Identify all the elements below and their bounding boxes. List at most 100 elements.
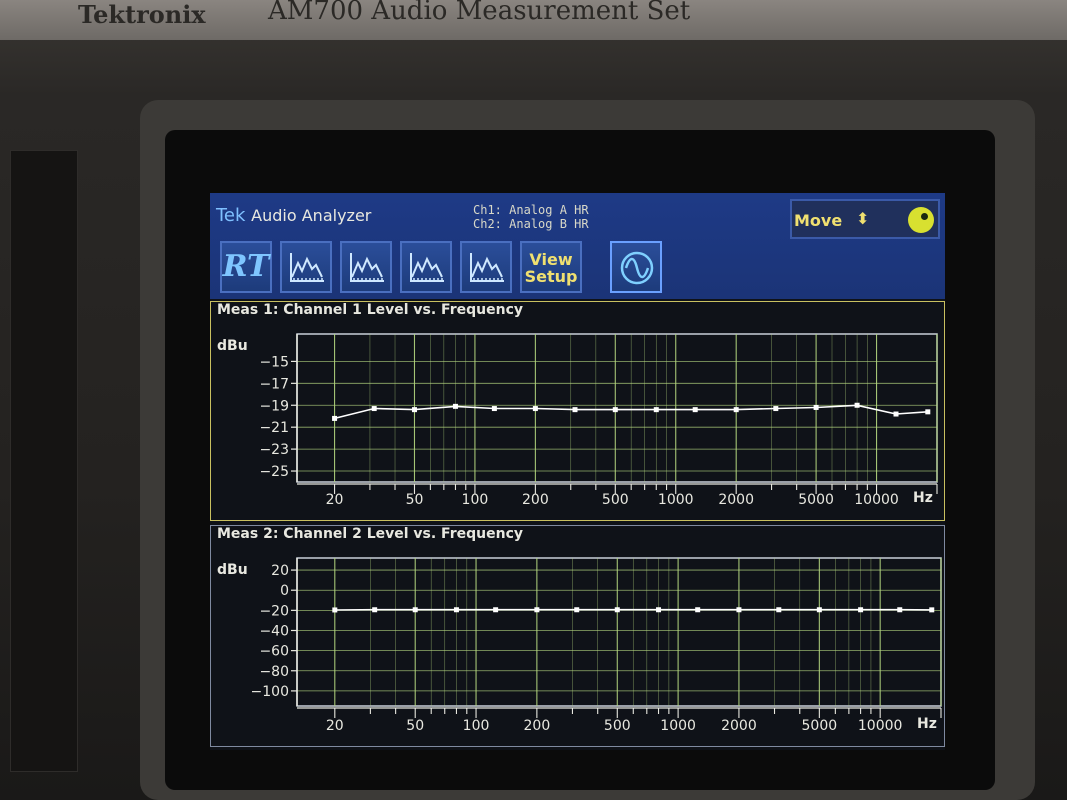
x-tick-label: 20 xyxy=(326,718,344,734)
app-title-brand: Tek xyxy=(216,205,246,226)
x-tick-label: 500 xyxy=(602,492,629,508)
y-axis-label: dBu xyxy=(217,338,248,354)
y-tick-label: −40 xyxy=(259,623,289,639)
x-tick-label: 10000 xyxy=(854,492,899,508)
app-title-name: Audio Analyzer xyxy=(251,206,372,225)
data-point xyxy=(412,607,418,613)
y-tick-label: −80 xyxy=(259,664,289,680)
rt-button[interactable]: RT xyxy=(220,241,272,293)
data-point xyxy=(925,409,931,415)
data-point xyxy=(893,411,899,417)
graph-2-icon xyxy=(350,253,384,282)
x-axis-label: Hz xyxy=(913,490,933,506)
y-tick-label: 0 xyxy=(280,583,289,599)
y-tick-label: −15 xyxy=(259,354,289,370)
graph-3-icon xyxy=(410,253,444,282)
x-tick-label: 500 xyxy=(604,718,631,734)
y-tick-label: −25 xyxy=(259,464,289,480)
sine-generator-button[interactable] xyxy=(610,241,662,293)
y-tick-label: −60 xyxy=(259,644,289,660)
data-point xyxy=(493,607,499,613)
x-tick-label: 20 xyxy=(326,492,344,508)
data-point xyxy=(491,406,497,412)
x-tick-label: 200 xyxy=(524,718,551,734)
y-tick-label: −20 xyxy=(259,603,289,619)
x-tick-label: 1000 xyxy=(660,718,696,734)
data-point xyxy=(534,607,540,613)
device-body: Tektronix AM700 Audio Measurement Set Te… xyxy=(0,0,1067,800)
data-point xyxy=(733,407,739,413)
data-point xyxy=(813,404,819,410)
app-header: Tek Audio Analyzer Ch1: Analog A HR Ch2:… xyxy=(210,193,945,299)
x-tick-label: 50 xyxy=(406,492,424,508)
graph-2-button[interactable] xyxy=(340,241,392,293)
data-point xyxy=(695,607,701,613)
app-title: Tek Audio Analyzer xyxy=(216,205,371,226)
data-point xyxy=(614,607,620,613)
knob-icon[interactable] xyxy=(908,207,934,233)
x-tick-label: 5000 xyxy=(802,718,838,734)
x-axis-label: Hz xyxy=(917,716,937,732)
graph-4-button[interactable] xyxy=(460,241,512,293)
graph-1-button[interactable] xyxy=(280,241,332,293)
data-point xyxy=(453,607,459,613)
view-setup-button[interactable]: View Setup xyxy=(520,241,582,293)
data-point xyxy=(776,607,782,613)
data-point xyxy=(897,607,903,613)
channel-info: Ch1: Analog A HR Ch2: Analog B HR xyxy=(473,203,589,231)
data-point xyxy=(532,406,538,412)
chart-2: 200−20−40−60−80−100dBu20 50 100 200 500 1000 2… xyxy=(217,557,942,734)
x-tick-label: 100 xyxy=(463,718,490,734)
brand-name: Tektronix xyxy=(78,0,206,29)
data-point xyxy=(371,406,377,412)
move-label: Move xyxy=(794,211,843,230)
data-point xyxy=(411,407,417,413)
y-tick-label: −23 xyxy=(259,442,289,458)
data-point xyxy=(452,403,458,409)
channel-2-label: Ch2: Analog B HR xyxy=(473,217,589,231)
view-setup-label-1: View xyxy=(529,250,573,269)
x-tick-label: 1000 xyxy=(658,492,694,508)
data-point xyxy=(656,607,662,613)
data-point xyxy=(653,407,659,413)
data-point xyxy=(736,607,742,613)
chart-1: −15 −17 −19 −21 −23 −25 dBu 20 50 100 200 500 1000 20… xyxy=(217,333,938,508)
data-point xyxy=(854,402,860,408)
brand-bar: Tektronix AM700 Audio Measurement Set xyxy=(0,0,1067,40)
sine-wave-icon xyxy=(620,251,654,285)
measurement-panel-2[interactable]: Meas 2: Channel 2 Level vs. Frequency 20… xyxy=(210,525,945,747)
plot-frame xyxy=(296,557,942,707)
data-point xyxy=(332,607,338,613)
view-setup-label-2: Setup xyxy=(524,267,578,286)
data-point xyxy=(692,407,698,413)
x-tick-label: 200 xyxy=(522,492,549,508)
data-point xyxy=(332,415,338,421)
screen: Tek Audio Analyzer Ch1: Analog A HR Ch2:… xyxy=(210,193,945,750)
move-control[interactable]: Move ⬍ xyxy=(790,199,940,239)
x-tick-label: 5000 xyxy=(798,492,834,508)
left-slot xyxy=(10,150,78,772)
data-point xyxy=(816,607,822,613)
x-tick-label: 50 xyxy=(406,718,424,734)
y-tick-label: 20 xyxy=(271,563,289,579)
y-tick-label: −19 xyxy=(259,398,289,414)
x-tick-label: 2000 xyxy=(718,492,754,508)
brand-model: AM700 Audio Measurement Set xyxy=(268,0,691,26)
graph-3-button[interactable] xyxy=(400,241,452,293)
channel-1-label: Ch1: Analog A HR xyxy=(473,203,589,217)
data-point xyxy=(572,407,578,413)
x-tick-label: 10000 xyxy=(858,718,903,734)
data-point xyxy=(612,407,618,413)
data-point xyxy=(372,607,378,613)
x-tick-label: 100 xyxy=(462,492,489,508)
data-point xyxy=(929,607,935,613)
x-tick-label: 2000 xyxy=(721,718,757,734)
up-down-arrows-icon: ⬍ xyxy=(856,209,870,228)
measurement-panel-1[interactable]: Meas 1: Channel 1 Level vs. Frequency −1… xyxy=(210,301,945,521)
data-point xyxy=(858,607,864,613)
graph-1-icon xyxy=(290,253,324,282)
y-tick-label: −21 xyxy=(259,420,289,436)
y-tick-label: −17 xyxy=(259,376,289,392)
y-axis-label: dBu xyxy=(217,562,248,578)
y-tick-label: −100 xyxy=(251,684,289,700)
